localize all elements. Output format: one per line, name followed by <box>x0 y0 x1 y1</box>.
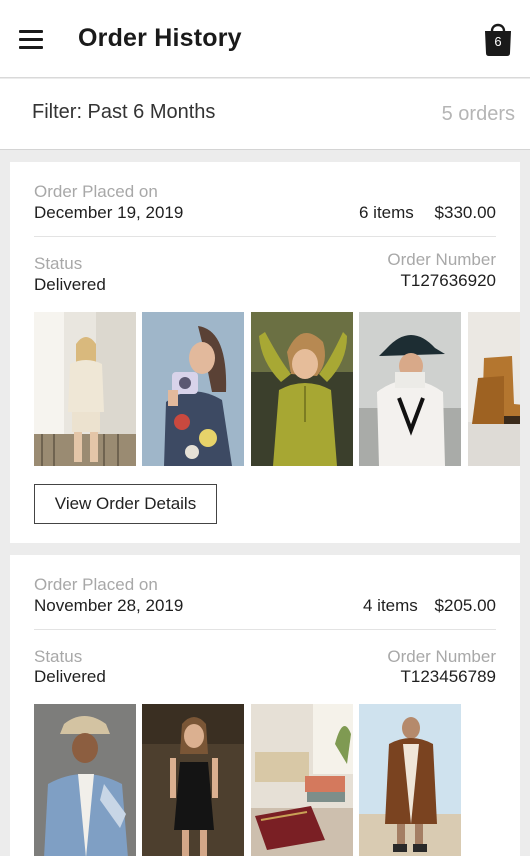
product-thumbnail[interactable] <box>251 704 353 856</box>
hamburger-menu-icon[interactable] <box>17 26 47 52</box>
order-number: T127636920 <box>400 271 496 290</box>
product-thumbnail[interactable] <box>468 312 520 466</box>
order-number-label: Order Number <box>387 647 496 666</box>
order-total: $205.00 <box>434 596 496 615</box>
order-card: Order Placed on December 19, 2019 6 item… <box>10 162 520 543</box>
order-card: Order Placed on November 28, 2019 4 item… <box>10 555 520 856</box>
status-label: Status <box>34 254 83 273</box>
view-order-details-button[interactable]: View Order Details <box>34 484 217 524</box>
divider <box>34 236 496 237</box>
order-history-screen: Order History 6 Filter: Past 6 Months 5 … <box>0 0 530 856</box>
order-total: $330.00 <box>434 203 496 222</box>
product-thumbnail[interactable] <box>34 704 136 856</box>
order-number: T123456789 <box>400 667 496 686</box>
order-placed-label: Order Placed on <box>34 575 158 594</box>
product-thumbnail[interactable] <box>359 704 461 856</box>
product-thumbnail[interactable] <box>34 312 136 466</box>
order-item-count: 4 items <box>363 596 418 615</box>
divider <box>34 629 496 630</box>
order-item-count: 6 items <box>359 203 414 222</box>
order-date: December 19, 2019 <box>34 203 184 222</box>
order-number-label: Order Number <box>387 250 496 269</box>
page-title: Order History <box>78 24 242 52</box>
order-thumbnails <box>34 704 520 856</box>
order-status: Delivered <box>34 667 106 686</box>
product-thumbnail[interactable] <box>142 312 244 466</box>
order-date: November 28, 2019 <box>34 596 184 615</box>
order-status: Delivered <box>34 275 106 294</box>
order-count: 5 orders <box>441 103 515 125</box>
filter-bar: Filter: Past 6 Months 5 orders <box>0 79 530 150</box>
filter-dropdown[interactable]: Filter: Past 6 Months <box>32 101 215 124</box>
shopping-bag-button[interactable]: 6 <box>479 19 517 59</box>
order-thumbnails <box>34 312 520 466</box>
product-thumbnail[interactable] <box>142 704 244 856</box>
bag-count-badge: 6 <box>494 34 502 49</box>
product-thumbnail[interactable] <box>359 312 461 466</box>
product-thumbnail[interactable] <box>251 312 353 466</box>
status-label: Status <box>34 647 83 666</box>
order-placed-label: Order Placed on <box>34 182 158 201</box>
app-header: Order History 6 <box>0 0 530 78</box>
